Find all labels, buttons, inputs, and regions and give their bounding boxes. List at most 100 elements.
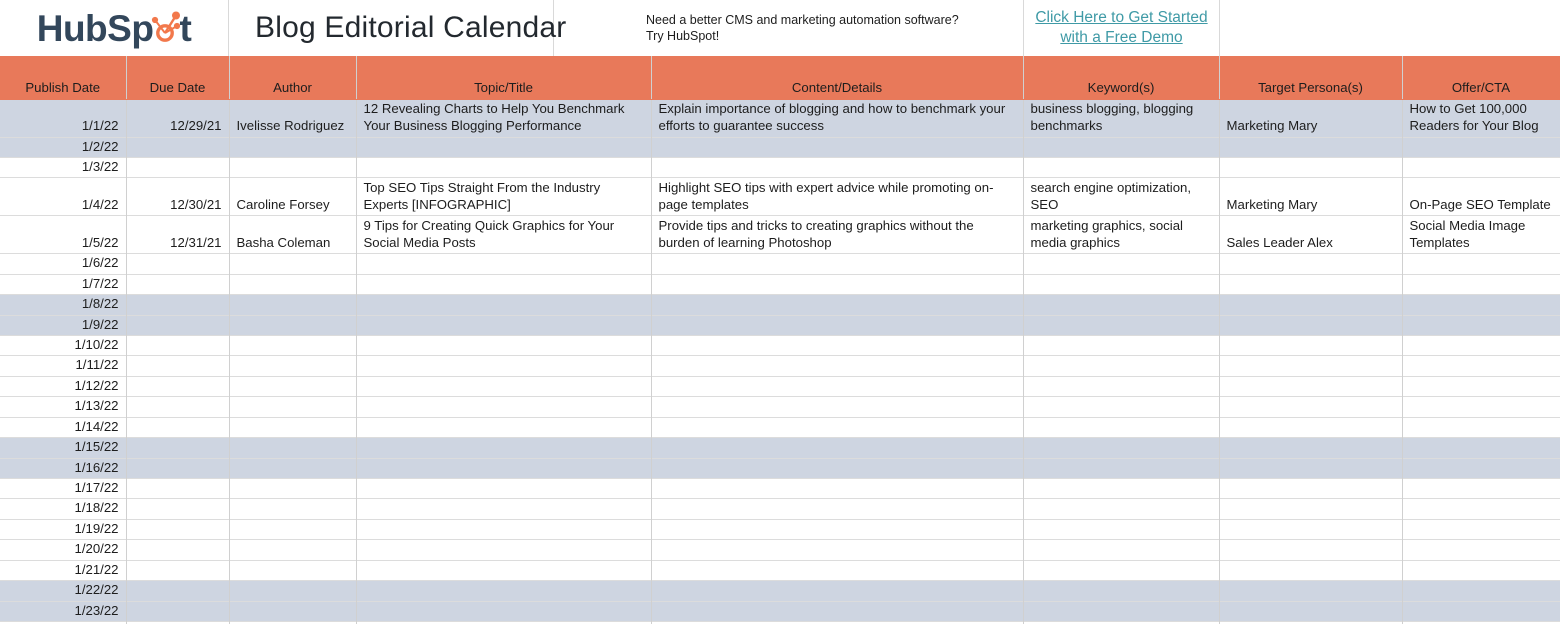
cell-offer-cta[interactable] — [1402, 335, 1560, 356]
column-header-offer-cta[interactable]: Offer/CTA — [1402, 56, 1560, 100]
cell-offer-cta[interactable]: Social Media Image Templates — [1402, 215, 1560, 254]
cell-publish-date[interactable]: 1/5/22 — [0, 215, 127, 254]
cell-keywords[interactable] — [1023, 437, 1220, 459]
cell-keywords[interactable] — [1023, 458, 1220, 479]
cell-due-date[interactable]: 12/29/21 — [126, 99, 230, 137]
cell-content-details[interactable] — [651, 437, 1024, 459]
column-header-author[interactable]: Author — [229, 56, 357, 100]
cell-content-details[interactable] — [651, 601, 1024, 622]
cell-offer-cta[interactable] — [1402, 274, 1560, 295]
table-row[interactable]: 1/5/22 12/31/21 Basha Coleman 9 Tips for Cr… — [0, 215, 1560, 254]
cell-due-date[interactable] — [126, 396, 230, 418]
cell-keywords[interactable] — [1023, 519, 1220, 540]
cell-author[interactable] — [229, 396, 357, 418]
column-header-keywords[interactable]: Keyword(s) — [1023, 56, 1220, 100]
cell-due-date[interactable] — [126, 560, 230, 581]
cell-keywords[interactable] — [1023, 478, 1220, 499]
cell-author[interactable] — [229, 335, 357, 356]
cell-content-details[interactable] — [651, 274, 1024, 295]
cell-content-details[interactable] — [651, 539, 1024, 561]
cell-keywords[interactable] — [1023, 274, 1220, 295]
cell-publish-date[interactable]: 1/10/22 — [0, 335, 127, 356]
cell-author[interactable]: Caroline Forsey — [229, 177, 357, 216]
cell-author[interactable] — [229, 157, 357, 178]
cell-publish-date[interactable]: 1/22/22 — [0, 580, 127, 602]
cell-keywords[interactable]: marketing graphics, social media graphic… — [1023, 215, 1220, 254]
cell-topic-title[interactable] — [356, 376, 652, 397]
cell-content-details[interactable] — [651, 417, 1024, 438]
cell-author[interactable]: Basha Coleman — [229, 215, 357, 254]
cell-due-date[interactable] — [126, 137, 230, 158]
cell-author[interactable] — [229, 376, 357, 397]
table-row[interactable]: 1/23/22 — [0, 601, 1560, 622]
cell-keywords[interactable] — [1023, 396, 1220, 418]
table-row[interactable]: 1/7/22 — [0, 274, 1560, 295]
cell-target-persona[interactable] — [1219, 539, 1403, 561]
cell-author[interactable] — [229, 580, 357, 602]
cell-topic-title[interactable] — [356, 157, 652, 178]
cell-topic-title[interactable]: Top SEO Tips Straight From the Industry … — [356, 177, 652, 216]
cell-topic-title[interactable] — [356, 498, 652, 520]
cell-topic-title[interactable] — [356, 519, 652, 540]
cell-content-details[interactable] — [651, 253, 1024, 275]
cell-author[interactable] — [229, 437, 357, 459]
cell-due-date[interactable] — [126, 539, 230, 561]
table-row[interactable]: 1/18/22 — [0, 498, 1560, 520]
cell-content-details[interactable] — [651, 498, 1024, 520]
cell-author[interactable] — [229, 539, 357, 561]
cell-target-persona[interactable] — [1219, 396, 1403, 418]
cell-keywords[interactable] — [1023, 294, 1220, 316]
cell-keywords[interactable]: business blogging, blogging benchmarks — [1023, 99, 1220, 137]
cell-offer-cta[interactable] — [1402, 458, 1560, 479]
cell-publish-date[interactable]: 1/9/22 — [0, 315, 127, 336]
cell-content-details[interactable] — [651, 580, 1024, 602]
cell-author[interactable] — [229, 519, 357, 540]
cell-offer-cta[interactable] — [1402, 253, 1560, 275]
table-row[interactable]: 1/6/22 — [0, 253, 1560, 275]
offer-cta-link[interactable]: How to Get 100,000 Readers for Your Blog — [1410, 101, 1539, 133]
cell-content-details[interactable] — [651, 355, 1024, 377]
cell-target-persona[interactable]: Marketing Mary — [1219, 99, 1403, 137]
cell-offer-cta[interactable]: How to Get 100,000 Readers for Your Blog — [1402, 99, 1560, 137]
cell-keywords[interactable] — [1023, 417, 1220, 438]
cell-keywords[interactable] — [1023, 253, 1220, 275]
cell-content-details[interactable]: Highlight SEO tips with expert advice wh… — [651, 177, 1024, 216]
cell-target-persona[interactable] — [1219, 601, 1403, 622]
table-row[interactable]: 1/19/22 — [0, 519, 1560, 540]
cell-topic-title[interactable] — [356, 355, 652, 377]
cell-offer-cta[interactable] — [1402, 539, 1560, 561]
cell-author[interactable] — [229, 315, 357, 336]
cell-publish-date[interactable]: 1/16/22 — [0, 458, 127, 479]
cell-offer-cta[interactable] — [1402, 478, 1560, 499]
cell-content-details[interactable] — [651, 315, 1024, 336]
cell-publish-date[interactable]: 1/1/22 — [0, 99, 127, 137]
cell-keywords[interactable] — [1023, 601, 1220, 622]
cell-author[interactable] — [229, 478, 357, 499]
cell-topic-title[interactable] — [356, 580, 652, 602]
cell-offer-cta[interactable] — [1402, 417, 1560, 438]
cell-target-persona[interactable] — [1219, 274, 1403, 295]
cell-publish-date[interactable]: 1/2/22 — [0, 137, 127, 158]
cell-publish-date[interactable]: 1/3/22 — [0, 157, 127, 178]
cell-offer-cta[interactable] — [1402, 580, 1560, 602]
table-row[interactable]: 1/9/22 — [0, 315, 1560, 336]
cell-topic-title[interactable] — [356, 601, 652, 622]
cell-due-date[interactable] — [126, 519, 230, 540]
cell-author[interactable] — [229, 253, 357, 275]
cell-topic-title[interactable] — [356, 458, 652, 479]
cell-due-date[interactable] — [126, 498, 230, 520]
demo-cta-cell[interactable]: Click Here to Get Started with a Free De… — [1023, 0, 1220, 56]
cell-content-details[interactable] — [651, 335, 1024, 356]
cell-target-persona[interactable] — [1219, 376, 1403, 397]
cell-keywords[interactable] — [1023, 157, 1220, 178]
cell-author[interactable] — [229, 137, 357, 158]
cell-author[interactable] — [229, 355, 357, 377]
cell-publish-date[interactable]: 1/8/22 — [0, 294, 127, 316]
cell-topic-title[interactable] — [356, 335, 652, 356]
table-row[interactable]: 1/2/22 — [0, 137, 1560, 158]
cell-author[interactable] — [229, 560, 357, 581]
cell-target-persona[interactable] — [1219, 417, 1403, 438]
cell-author[interactable] — [229, 498, 357, 520]
cell-keywords[interactable] — [1023, 498, 1220, 520]
table-row[interactable]: 1/4/22 12/30/21 Caroline Forsey Top SEO Tip… — [0, 177, 1560, 216]
